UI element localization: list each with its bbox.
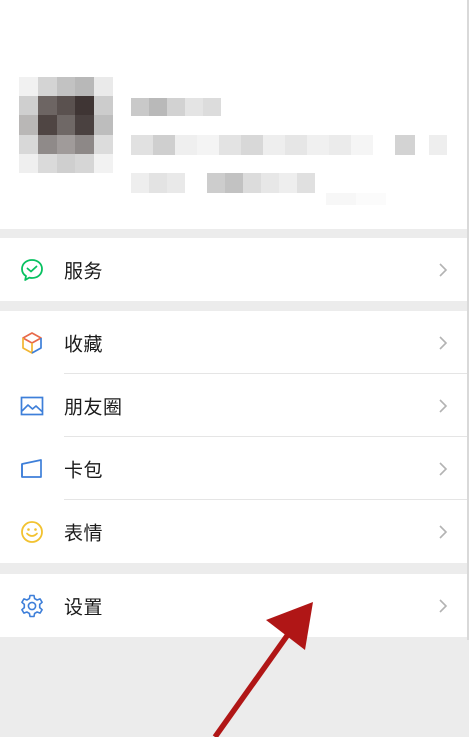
chevron-right-icon: [439, 335, 448, 350]
profile-status-tail-blur: [326, 193, 386, 205]
menu-item-favorites[interactable]: 收藏: [0, 311, 469, 374]
qr-code-icon-blur[interactable]: [395, 135, 447, 155]
profile-name-blur: [131, 98, 221, 116]
smiley-icon: [21, 520, 43, 543]
menu-item-moments[interactable]: 朋友圈: [0, 374, 469, 437]
menu-item-settings[interactable]: 设置: [0, 574, 469, 637]
chevron-right-icon: [439, 461, 448, 476]
chevron-right-icon: [439, 524, 448, 539]
image-icon: [20, 396, 44, 415]
avatar[interactable]: [19, 77, 113, 173]
gear-icon: [21, 594, 43, 617]
menu-item-label: 服务: [64, 260, 104, 282]
menu-item-label: 卡包: [64, 459, 104, 481]
profile-status-blur: [131, 173, 315, 193]
section-divider: [0, 563, 469, 574]
chevron-right-icon: [439, 398, 448, 413]
section-divider: [0, 229, 469, 238]
profile-id-blur: [131, 135, 395, 155]
wechat-pay-icon: [21, 258, 43, 281]
menu-item-label: 收藏: [64, 333, 104, 355]
chevron-right-icon: [439, 262, 448, 277]
menu-item-card-wallet[interactable]: 卡包: [0, 437, 469, 500]
menu-item-services[interactable]: 服务: [0, 238, 469, 301]
menu-item-stickers[interactable]: 表情: [0, 500, 469, 563]
chevron-right-icon: [439, 598, 448, 613]
menu-item-label: 设置: [64, 596, 104, 618]
profile-header[interactable]: [0, 0, 469, 229]
cube-icon: [22, 331, 42, 354]
card-icon: [21, 458, 42, 478]
menu-item-label: 表情: [64, 522, 104, 544]
menu-item-label: 朋友圈: [64, 396, 123, 418]
section-divider: [0, 301, 469, 311]
